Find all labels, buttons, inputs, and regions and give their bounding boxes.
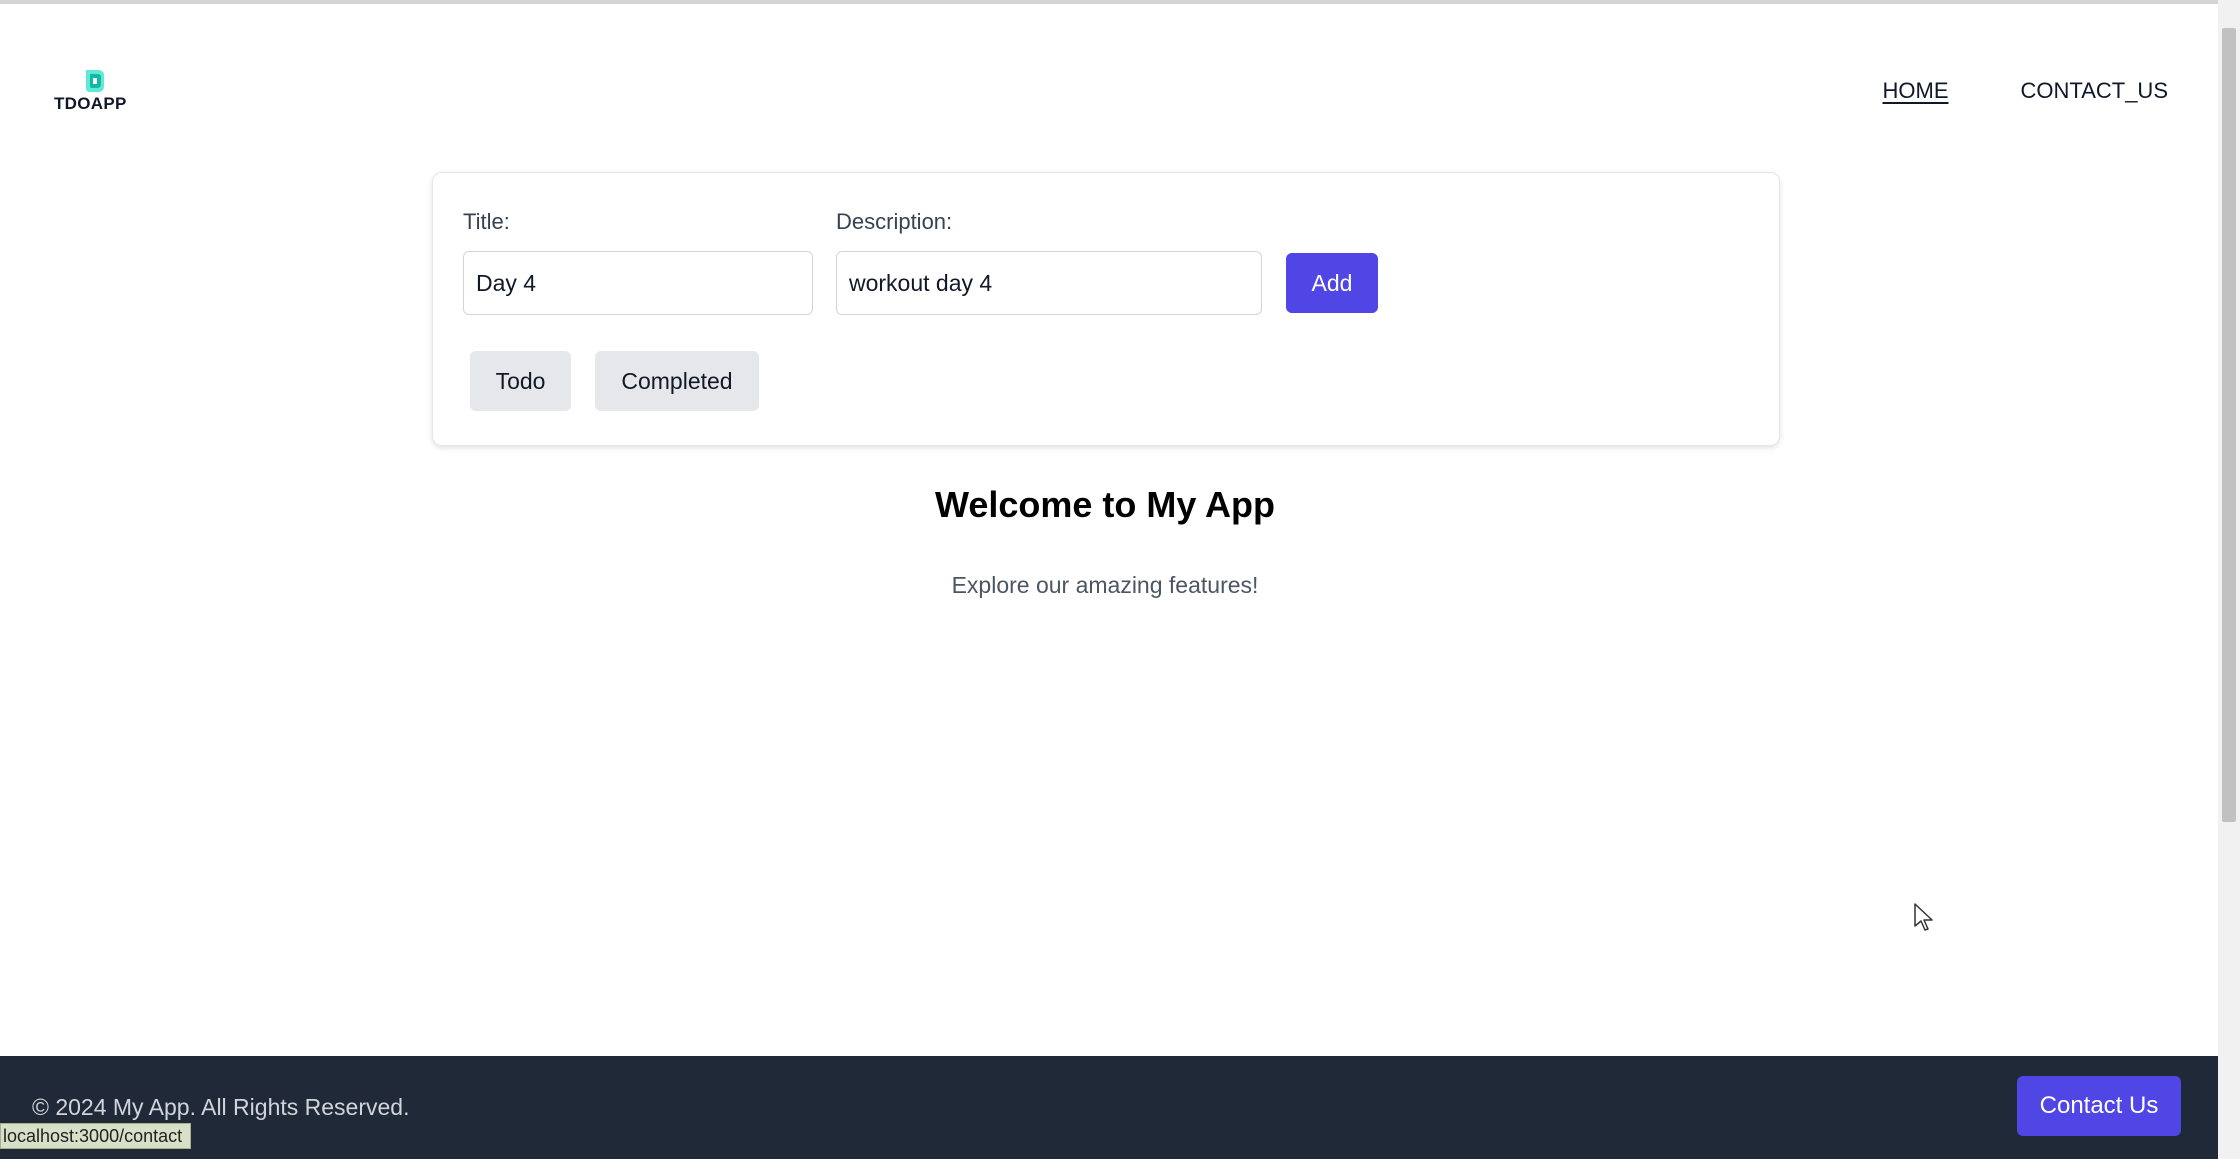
footer-contact-us-button[interactable]: Contact Us: [2017, 1076, 2181, 1136]
site-header: TDOAPP HOME CONTACT_US: [0, 4, 2218, 164]
main-nav: HOME CONTACT_US: [1883, 78, 2169, 104]
status-bar-url: localhost:3000/contact: [0, 1123, 192, 1149]
description-input[interactable]: [836, 251, 1262, 315]
title-label: Title:: [463, 209, 510, 234]
todo-form-card: Title: Description: Add Todo Completed: [432, 172, 1780, 446]
welcome-tagline: Explore our amazing features!: [951, 572, 1259, 598]
page: TDOAPP HOME CONTACT_US Title: Descriptio…: [0, 0, 2240, 1159]
add-button[interactable]: Add: [1286, 253, 1378, 313]
nav-home-link[interactable]: HOME: [1883, 78, 1949, 104]
scrollbar-thumb[interactable]: [2222, 28, 2236, 822]
nav-contact-us-link[interactable]: CONTACT_US: [2021, 78, 2169, 104]
title-field: Title:: [463, 209, 813, 315]
vertical-scrollbar[interactable]: [2218, 0, 2240, 1159]
description-field: Description:: [836, 209, 1262, 315]
logo-text: TDOAPP: [54, 94, 127, 113]
welcome-heading: Welcome to My App: [934, 484, 1276, 525]
logo-icon: [86, 70, 104, 92]
description-label: Description:: [836, 209, 953, 234]
title-input[interactable]: [463, 251, 813, 315]
todo-filter-button[interactable]: Todo: [470, 351, 571, 411]
copyright-text: © 2024 My App. All Rights Reserved.: [32, 1094, 410, 1120]
completed-filter-button[interactable]: Completed: [595, 351, 759, 411]
mouse-cursor-icon: [1914, 903, 1933, 931]
logo[interactable]: TDOAPP: [54, 66, 134, 116]
site-footer: © 2024 My App. All Rights Reserved. Cont…: [0, 1056, 2218, 1159]
